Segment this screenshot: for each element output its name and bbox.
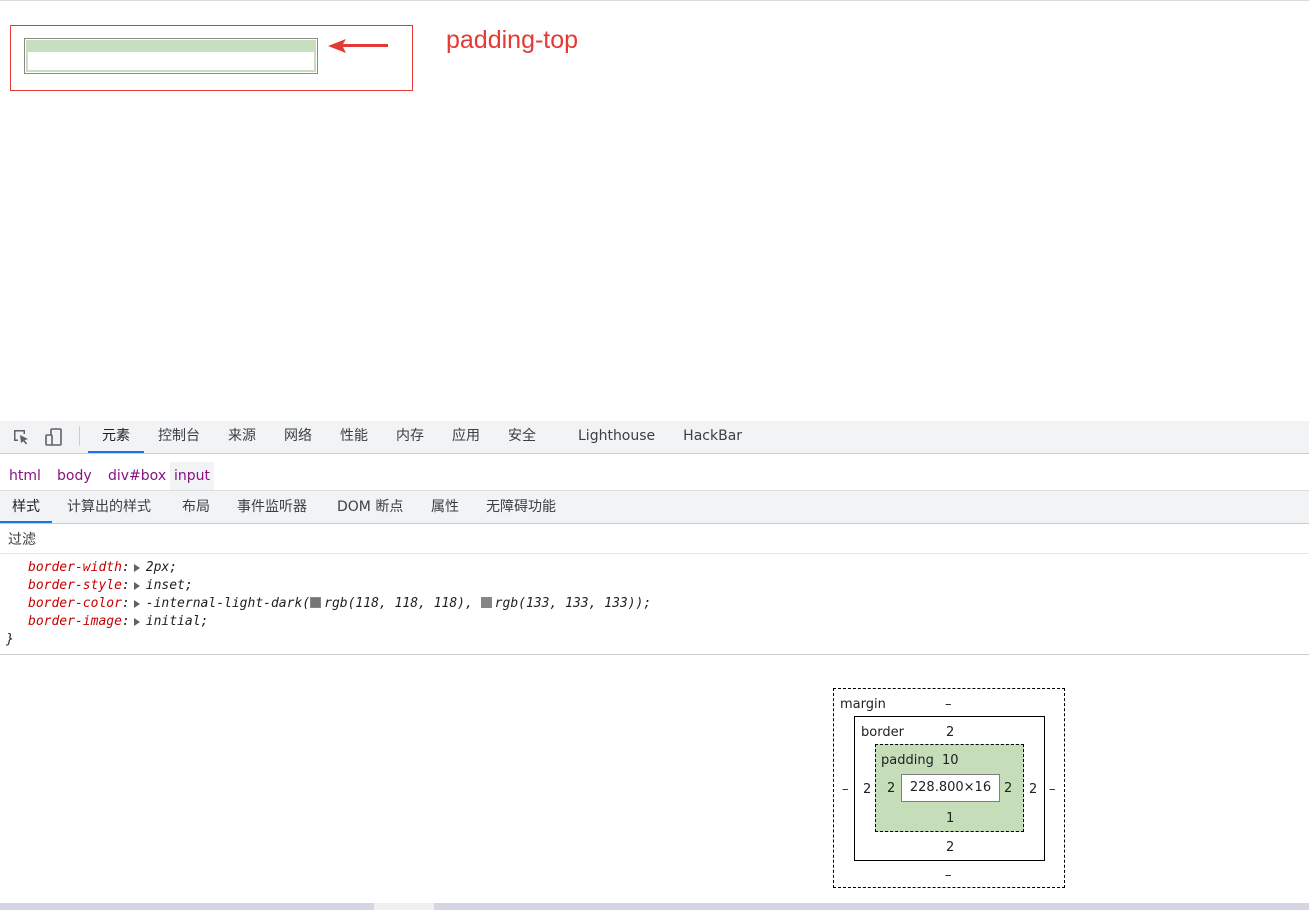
sidebar-tab-event-listeners[interactable]: 事件监听器 (225, 491, 319, 523)
tab-sources[interactable]: 来源 (214, 421, 270, 453)
device-toolbar-icon[interactable] (44, 427, 64, 447)
arrow-icon (328, 39, 388, 53)
breadcrumb-body[interactable]: body (53, 462, 96, 490)
expand-triangle-icon[interactable] (133, 599, 140, 608)
css-property-value[interactable]: 2px; (146, 560, 177, 575)
sidebar-tab-properties[interactable]: 属性 (419, 491, 471, 523)
breadcrumb-html[interactable]: html (5, 462, 45, 490)
tab-elements[interactable]: 元素 (88, 421, 144, 453)
annotation-label: padding-top (446, 26, 579, 54)
bottom-scrollbar[interactable] (0, 903, 1309, 910)
sidebar-tabs: 样式 计算出的样式 布局 事件监听器 DOM 断点 属性 无障碍功能 (0, 491, 1309, 524)
border-right-value[interactable]: 2 (1029, 782, 1037, 798)
tab-application[interactable]: 应用 (438, 421, 494, 453)
styles-pane: border-width: 2px; border-style: inset; bo… (0, 558, 1309, 655)
css-property-name[interactable]: border-image (28, 614, 122, 629)
style-declaration[interactable]: border-image: initial; (28, 613, 208, 631)
scrollbar-thumb[interactable] (374, 903, 434, 910)
border-top-value[interactable]: 2 (946, 725, 954, 741)
breadcrumb: html body div#box input (0, 462, 1309, 491)
padding-bottom-value[interactable]: 1 (946, 811, 954, 827)
highlighted-input[interactable] (24, 38, 318, 74)
padding-top-value[interactable]: 10 (942, 753, 959, 769)
padding-top-highlight (26, 40, 316, 52)
css-property-name[interactable]: border-style (28, 578, 122, 593)
style-declaration[interactable]: border-color: -internal-light-dark(rgb(11… (28, 595, 651, 613)
devtools-tabbar: 元素 控制台 来源 网络 性能 内存 应用 安全 Lighthouse Hack… (0, 421, 1309, 454)
tab-performance[interactable]: 性能 (326, 421, 382, 453)
box-model-margin[interactable]: margin – – – – border 2 2 2 2 padding 10… (833, 688, 1065, 888)
sidebar-tab-layout[interactable]: 布局 (170, 491, 222, 523)
expand-triangle-icon[interactable] (133, 617, 140, 626)
padding-left-highlight (26, 40, 28, 72)
css-property-name[interactable]: border-color (28, 596, 122, 611)
css-property-value[interactable]: -internal-light-dark( (146, 596, 310, 611)
margin-left-value[interactable]: – (842, 782, 849, 798)
padding-right-highlight (314, 40, 316, 72)
padding-right-value[interactable]: 2 (1004, 781, 1012, 797)
box-model-border[interactable]: border 2 2 2 2 padding 10 2 2 1 228.800×… (854, 716, 1045, 861)
border-left-value[interactable]: 2 (863, 782, 871, 798)
margin-bottom-value[interactable]: – (945, 868, 952, 884)
tab-lighthouse[interactable]: Lighthouse (564, 421, 669, 453)
tab-security[interactable]: 安全 (494, 421, 550, 453)
tab-console[interactable]: 控制台 (144, 421, 214, 453)
sidebar-tab-dom-breakpoints[interactable]: DOM 断点 (325, 491, 415, 523)
color-value[interactable]: rgb(133, 133, 133)); (495, 596, 652, 611)
margin-top-value[interactable]: – (945, 697, 952, 713)
toolbar-separator (79, 426, 80, 446)
sidebar-tab-styles[interactable]: 样式 (0, 491, 52, 523)
devtools-tabs: 元素 控制台 来源 网络 性能 内存 应用 安全 Lighthouse Hack… (88, 421, 756, 453)
style-declaration[interactable]: border-width: 2px; (28, 559, 177, 577)
margin-label: margin (840, 697, 886, 712)
color-swatch-icon[interactable] (480, 597, 492, 608)
styles-filter-input[interactable]: 过滤 (0, 526, 1309, 554)
color-value[interactable]: rgb(118, 118, 118), (324, 596, 473, 611)
css-property-name[interactable]: border-width (28, 560, 122, 575)
expand-triangle-icon[interactable] (133, 563, 140, 572)
devtools-panel: 元素 控制台 来源 网络 性能 内存 应用 安全 Lighthouse Hack… (0, 421, 1309, 910)
margin-right-value[interactable]: – (1049, 782, 1056, 798)
rule-closing-brace: } (6, 632, 14, 647)
padding-left-value[interactable]: 2 (887, 781, 895, 797)
tab-memory[interactable]: 内存 (382, 421, 438, 453)
top-divider (0, 0, 1309, 1)
breadcrumb-div-box[interactable]: div#box (104, 462, 170, 490)
breadcrumb-input[interactable]: input (170, 462, 215, 490)
border-label: border (861, 725, 904, 740)
color-swatch-icon[interactable] (310, 597, 322, 608)
padding-bottom-highlight (26, 70, 316, 72)
expand-triangle-icon[interactable] (133, 581, 140, 590)
css-property-value[interactable]: initial; (146, 614, 209, 629)
style-declaration[interactable]: border-style: inset; (28, 577, 193, 595)
box-model-padding[interactable]: padding 10 2 2 1 228.800×16 (875, 744, 1024, 832)
padding-label: padding (881, 753, 934, 768)
tab-hackbar[interactable]: HackBar (669, 421, 756, 453)
sidebar-tab-computed[interactable]: 计算出的样式 (55, 491, 163, 523)
sidebar-tab-accessibility[interactable]: 无障碍功能 (474, 491, 568, 523)
box-model-content-size[interactable]: 228.800×16 (901, 774, 1000, 802)
border-bottom-value[interactable]: 2 (946, 840, 954, 856)
tab-network[interactable]: 网络 (270, 421, 326, 453)
css-property-value[interactable]: inset; (146, 578, 193, 593)
inspect-element-icon[interactable] (11, 427, 31, 447)
